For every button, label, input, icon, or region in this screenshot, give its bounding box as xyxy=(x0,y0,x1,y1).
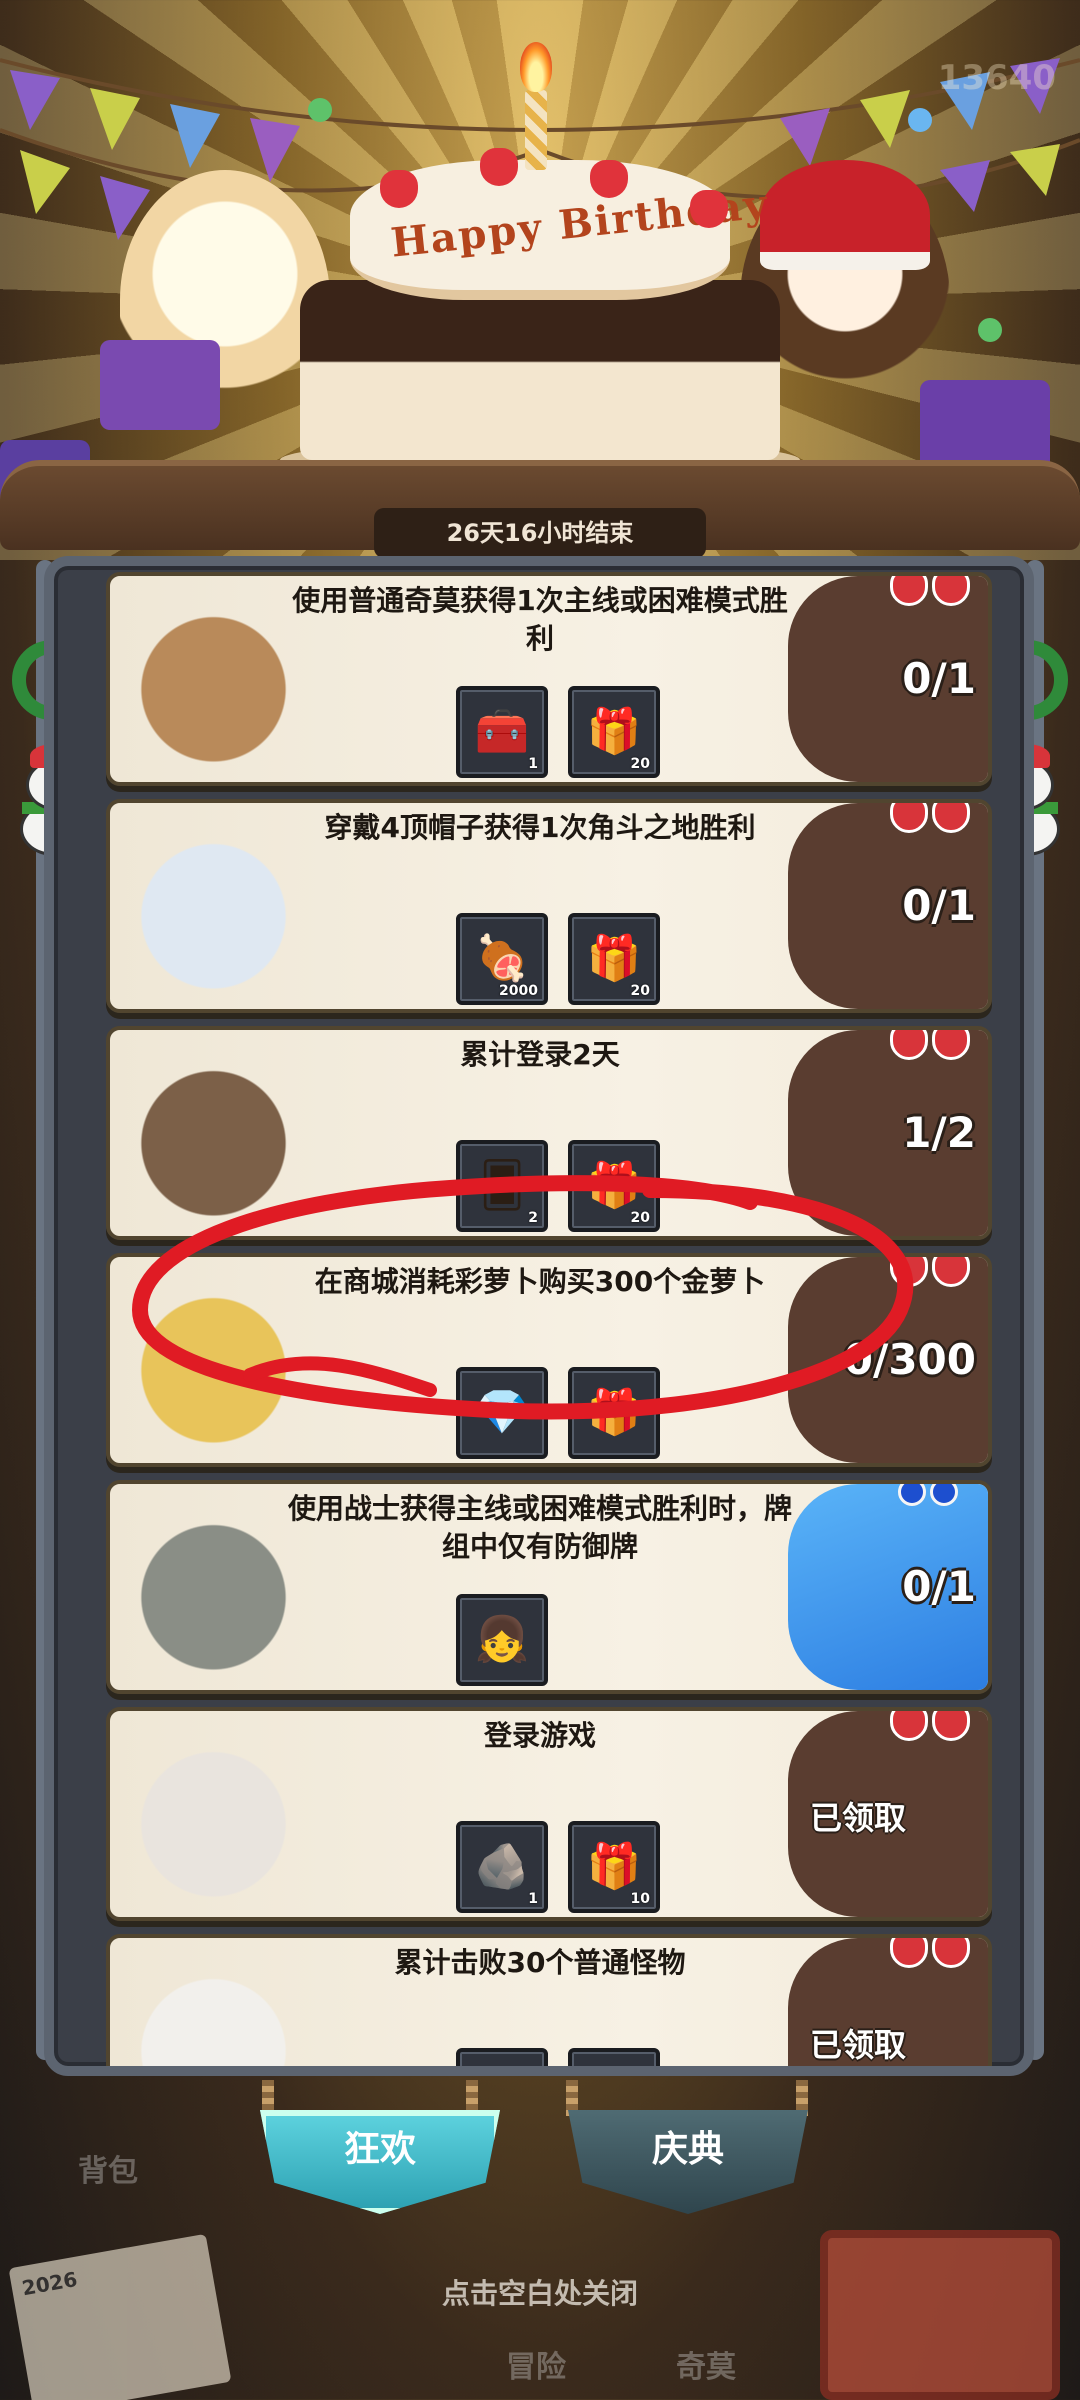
strawberry-topping-icon xyxy=(890,1257,974,1289)
task-progress[interactable]: 0/1 xyxy=(786,654,976,703)
strawberry-topping-icon xyxy=(890,1711,974,1743)
reward-slot[interactable]: 🎁 10 xyxy=(568,1821,660,1913)
task-title: 累计登录2天 xyxy=(460,1038,620,1071)
task-list[interactable]: 使用普通奇莫获得1次主线或困难模式胜利 0/1 🧰 1 🎁 20 穿戴4顶帽子获得1次角斗之… xyxy=(106,572,992,2076)
tab-carnival[interactable]: 狂欢 xyxy=(260,2110,500,2214)
reward-quantity: 20 xyxy=(630,983,650,999)
blue-crystal-icon: 💎 xyxy=(474,1387,530,1438)
blue-bow-icon xyxy=(898,1484,968,1526)
reward-list: 🪨 1 🎁 10 xyxy=(456,1821,660,1913)
reward-list: ⬛🎁 xyxy=(456,2048,660,2076)
claimed-status: 已领取 xyxy=(809,2026,906,2064)
task-card[interactable]: 累计登录2天 1/2 🂠 2 🎁 20 xyxy=(106,1026,992,1240)
gift-box-icon: 🎁 xyxy=(586,933,642,984)
newspaper-year: 2026 xyxy=(20,2266,80,2301)
qimo-label: 奇莫 xyxy=(676,2350,736,2385)
task-title: 登录游戏 xyxy=(483,1719,596,1752)
task-progress[interactable]: 0/300 xyxy=(786,1335,976,1384)
bag-label: 背包 xyxy=(78,2154,138,2189)
reward-quantity: 20 xyxy=(630,1210,650,1226)
gift-box-icon: 🎁 xyxy=(586,1387,642,1438)
gift-box-decoration xyxy=(820,2230,1060,2400)
reward-slot[interactable]: 🎁 20 xyxy=(568,1140,660,1232)
birthday-cake-art: Happy Birthday xyxy=(280,20,800,480)
treasure-chest-icon: 🧰 xyxy=(474,706,530,757)
bottom-tab-bar: 狂欢 庆典 xyxy=(0,2080,1080,2230)
task-title: 穿戴4顶帽子获得1次角斗之地胜利 xyxy=(324,811,756,844)
reward-quantity: 2000 xyxy=(499,983,538,999)
strawberry-icon xyxy=(480,148,518,186)
reward-slot[interactable]: 🎁 20 xyxy=(568,913,660,1005)
adventure-label: 冒险 xyxy=(506,2350,566,2385)
strawberry-icon xyxy=(380,170,418,208)
reward-slot[interactable]: 🎁 20 xyxy=(568,686,660,778)
task-title: 使用战士获得主线或困难模式胜利时，牌组中仅有防御牌 xyxy=(287,1492,792,1563)
reward-list: 💎 🎁 xyxy=(456,1367,660,1459)
task-card[interactable]: 使用战士获得主线或困难模式胜利时，牌组中仅有防御牌 0/1 👧 xyxy=(106,1480,992,1694)
task-card[interactable]: 累计击败30个普通怪物已领取⬛🎁 xyxy=(106,1934,992,2076)
reward-list: 👧 xyxy=(456,1594,548,1686)
strawberry-topping-icon xyxy=(890,1030,974,1062)
meat-icon: 🍖 xyxy=(474,933,530,984)
close-hint[interactable]: 点击空白处关闭 xyxy=(340,2272,740,2312)
gift-box-decoration xyxy=(100,340,220,430)
task-card[interactable]: 在商城消耗彩萝卜购买300个金萝卜 0/300 💎 🎁 xyxy=(106,1253,992,1467)
blue-card-icon: 🂠 xyxy=(479,1160,525,1211)
task-title: 使用普通奇莫获得1次主线或困难模式胜利 xyxy=(292,584,788,655)
character-portrait-icon: 👧 xyxy=(474,1614,530,1665)
gift-box-icon: 🎁 xyxy=(586,706,642,757)
gray-rune-icon: 🪨 xyxy=(474,1841,530,1892)
strawberry-icon xyxy=(690,190,728,228)
strawberry-topping-icon xyxy=(890,1938,974,1970)
reward-list: 🧰 1 🎁 20 xyxy=(456,686,660,778)
reward-list: 🂠 2 🎁 20 xyxy=(456,1140,660,1232)
reward-list: 🍖 2000 🎁 20 xyxy=(456,913,660,1005)
reward-slot[interactable]: 🧰 1 xyxy=(456,686,548,778)
reward-quantity: 2 xyxy=(528,1210,538,1226)
reward-slot[interactable]: 🎁 xyxy=(568,1367,660,1459)
reward-quantity: 1 xyxy=(528,756,538,772)
reward-slot[interactable]: 💎 xyxy=(456,1367,548,1459)
strawberry-topping-icon xyxy=(890,576,974,608)
reward-slot[interactable]: ⬛ xyxy=(456,2048,548,2076)
reward-slot[interactable]: 👧 xyxy=(456,1594,548,1686)
task-progress[interactable]: 0/1 xyxy=(786,881,976,930)
newspaper-decoration: 2026 xyxy=(8,2233,232,2400)
task-title: 在商城消耗彩萝卜购买300个金萝卜 xyxy=(314,1265,766,1298)
task-card[interactable]: 穿戴4顶帽子获得1次角斗之地胜利 0/1 🍖 2000 🎁 20 xyxy=(106,799,992,1013)
task-card[interactable]: 登录游戏 已领取 🪨 1 🎁 10 xyxy=(106,1707,992,1921)
task-card[interactable]: 使用普通奇莫获得1次主线或困难模式胜利 0/1 🧰 1 🎁 20 xyxy=(106,572,992,786)
reward-slot[interactable]: 🍖 2000 xyxy=(456,913,548,1005)
candle xyxy=(525,90,547,170)
task-progress[interactable]: 1/2 xyxy=(786,1108,976,1157)
strawberry-icon xyxy=(590,160,628,198)
score-counter: 13640 xyxy=(937,58,1056,98)
silver-gift-icon: 🎁 xyxy=(587,2072,642,2076)
gift-box-icon: 🎁 xyxy=(586,1160,642,1211)
reward-quantity: 1 xyxy=(528,1891,538,1907)
reward-quantity: 10 xyxy=(630,1891,650,1907)
silver-gift-icon: 🎁 xyxy=(586,1841,642,1892)
gray-item-icon: ⬛ xyxy=(475,2072,530,2076)
event-timer: 26天16小时结束 xyxy=(374,508,706,558)
reward-quantity: 20 xyxy=(630,756,650,772)
task-progress[interactable]: 0/1 xyxy=(786,1562,976,1611)
reward-slot[interactable]: 🎁 xyxy=(568,2048,660,2076)
reward-slot[interactable]: 🪨 1 xyxy=(456,1821,548,1913)
tab-celebration[interactable]: 庆典 xyxy=(568,2110,808,2214)
strawberry-topping-icon xyxy=(890,803,974,835)
claimed-status: 已领取 xyxy=(809,1799,906,1837)
reward-slot[interactable]: 🂠 2 xyxy=(456,1140,548,1232)
task-list-panel[interactable]: 使用普通奇莫获得1次主线或困难模式胜利 0/1 🧰 1 🎁 20 穿戴4顶帽子获得1次角斗之… xyxy=(44,556,1034,2076)
cake-bottom-tier xyxy=(300,280,780,460)
candle-flame xyxy=(520,42,552,92)
task-title: 累计击败30个普通怪物 xyxy=(394,1946,686,1979)
